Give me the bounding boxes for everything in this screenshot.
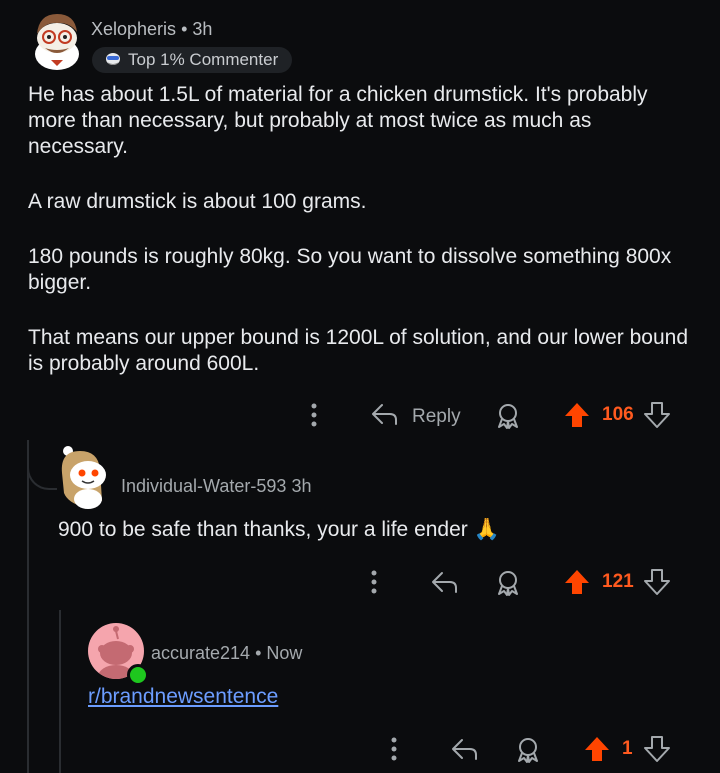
more-icon[interactable]	[388, 736, 400, 767]
reply-icon[interactable]	[450, 737, 480, 766]
subreddit-link[interactable]: r/brandnewsentence	[88, 685, 278, 709]
pray-emoji: 🙏	[473, 518, 500, 541]
avatar[interactable]	[31, 10, 83, 72]
thread-line-curve	[27, 440, 57, 490]
username[interactable]: Xelopheris • 3h	[91, 19, 212, 40]
upvote-icon[interactable]	[563, 568, 591, 601]
reply-icon[interactable]	[430, 570, 460, 599]
award-icon[interactable]	[494, 402, 522, 435]
timestamp: 3h	[192, 19, 213, 39]
reply-label: Reply	[412, 406, 461, 427]
username[interactable]: accurate214 • Now	[151, 643, 302, 664]
vote-count: 106	[602, 404, 634, 425]
comment-paragraph: That means our upper bound is 1200L of s…	[28, 326, 689, 375]
thread-line	[27, 440, 29, 773]
comment-body: He has about 1.5L of material for a chic…	[28, 82, 693, 377]
comment-text: 900 to be safe than thanks, your a life …	[58, 518, 468, 541]
award-icon[interactable]	[514, 736, 542, 769]
username[interactable]: Individual-Water-593 3h	[121, 476, 311, 497]
more-icon[interactable]	[368, 569, 380, 600]
pilot-icon	[104, 50, 122, 71]
avatar[interactable]	[58, 443, 114, 509]
online-indicator	[127, 664, 149, 686]
downvote-icon[interactable]	[643, 568, 671, 601]
comment-paragraph: He has about 1.5L of material for a chic…	[28, 83, 648, 158]
reply-icon	[370, 402, 400, 432]
thread-line	[59, 610, 61, 773]
upvote-icon[interactable]	[583, 735, 611, 768]
downvote-icon[interactable]	[643, 735, 671, 768]
comment-paragraph: A raw drumstick is about 100 grams.	[28, 190, 367, 213]
comment-paragraph: 180 pounds is roughly 80kg. So you want …	[28, 245, 672, 294]
vote-count: 1	[622, 738, 633, 759]
comment-body: 900 to be safe than thanks, your a life …	[58, 517, 698, 543]
vote-count: 121	[602, 571, 634, 592]
downvote-icon[interactable]	[643, 401, 671, 434]
commenter-badge: Top 1% Commenter	[92, 47, 293, 73]
award-icon[interactable]	[494, 569, 522, 602]
timestamp: 3h	[291, 476, 312, 496]
badge-label: Top 1% Commenter	[128, 50, 279, 69]
reply-button[interactable]: Reply	[370, 402, 461, 432]
timestamp: Now	[266, 643, 303, 663]
more-icon[interactable]	[308, 402, 320, 433]
upvote-icon[interactable]	[563, 401, 591, 434]
